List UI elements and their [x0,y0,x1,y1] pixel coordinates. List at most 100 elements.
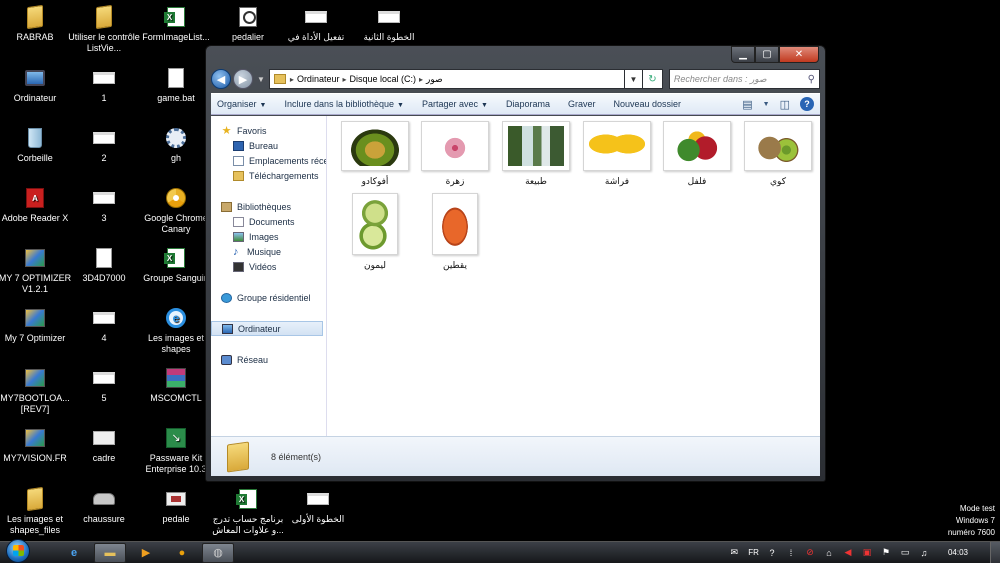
desktop-icon-passware[interactable]: ↘ Passware Kit Enterprise 10.3 [138,427,214,475]
file-item-lime[interactable]: ليمون [341,193,409,271]
nav-computer[interactable]: Ordinateur [211,321,323,336]
security-icon[interactable]: ⊘ [804,547,816,559]
desktop-icon-images-shapes[interactable]: e Les images et shapes [138,307,214,355]
new-folder-button[interactable]: Nouveau dossier [613,99,681,109]
taskbar-media-player[interactable]: ▶ [130,543,162,563]
back-button[interactable]: ◀ [211,69,231,89]
taskbar-app[interactable]: ◍ [202,542,234,563]
desktop-icon-corbeille[interactable]: Corbeille [0,127,73,164]
input-icon[interactable]: ⁞ [785,547,797,559]
nav-network[interactable]: Réseau [211,352,326,367]
search-icon[interactable]: ⚲ [808,74,815,85]
clock[interactable]: 04:03 [948,548,968,557]
address-bar[interactable]: ▸ Ordinateur ▸ Disque local (C:) ▸ صور [268,69,625,89]
forward-button[interactable]: ▶ [233,69,253,89]
desktop-icon-chaussure[interactable]: chaussure [66,488,142,525]
desktop-icon-pedale[interactable]: pedale [138,488,214,525]
desktop-icon-cadre[interactable]: cadre [66,427,142,464]
show-desktop-button[interactable] [990,541,1000,563]
file-item-butterfly[interactable]: فراشة [583,121,651,187]
desktop-icon-3d4d7000[interactable]: 3D4D7000 [66,247,142,284]
nav-libraries[interactable]: Bibliothèques [211,199,326,214]
display-icon[interactable]: ▭ [899,547,911,559]
app-icon [25,369,45,387]
desktop-icon-images-shapes-files[interactable]: Les images et shapes_files [0,486,73,536]
desktop-icon-adobe-reader[interactable]: A Adobe Reader X [0,187,73,224]
speaker-muted-icon[interactable]: ◀ [842,547,854,559]
desktop-icon-step-one[interactable]: الخطوة الأولى [280,488,356,525]
network-tray-icon[interactable]: ⌂ [823,547,835,559]
file-item-kiwi[interactable]: كوي [744,121,812,187]
nav-bureau[interactable]: Bureau [211,138,326,153]
navigation-pane[interactable]: ★ Favoris Bureau Emplacements récen Téléc… [211,116,327,436]
file-list[interactable]: أفوكادو زهرة طبيعة فراشة فلفل كوي ليمون … [327,116,820,436]
nav-documents[interactable]: Documents [211,214,326,229]
desktop-icon-pedalier[interactable]: pedalier [210,6,286,43]
recent-pages-dropdown[interactable]: ▼ [257,75,265,84]
file-item-avocado[interactable]: أفوكادو [341,121,409,187]
breadcrumb-disque-local[interactable]: Disque local (C:) [349,74,416,84]
desktop-icon-2[interactable]: 2 [66,127,142,164]
desktop-icon-chrome-canary[interactable]: Google Chrome Canary [138,187,214,235]
pdf-tray-icon[interactable]: ▣ [861,547,873,559]
explorer-window[interactable]: ▁ ▢ ✕ ◀ ▶ ▼ ▸ Ordinateur ▸ Disque local … [205,45,826,482]
share-with-menu[interactable]: Partager avec ▼ [422,99,488,109]
minimize-button[interactable]: ▁ [731,46,755,63]
nav-recent-places[interactable]: Emplacements récen [211,153,326,168]
start-button[interactable] [6,538,30,563]
nav-homegroup[interactable]: Groupe résidentiel [211,290,326,305]
help-icon[interactable]: ? [766,547,778,559]
desktop-icon-activate-tool[interactable]: تفعيل الأداة في [278,6,354,43]
file-item-pumpkin[interactable]: يقطين [421,193,489,271]
desktop-icon-4[interactable]: 4 [66,307,142,344]
nav-images[interactable]: Images [211,229,326,244]
desktop-icon-1[interactable]: 1 [66,67,142,104]
file-item-nature[interactable]: طبيعة [502,121,570,187]
desktop-icon-my7bootloader[interactable]: MY7BOOTLOA... [REV7] [0,367,73,415]
flag-icon[interactable]: ⚑ [880,547,892,559]
address-history-dropdown[interactable]: ▼ [624,69,643,89]
desktop-icon-game-bat[interactable]: game.bat [138,67,214,104]
volume-icon[interactable]: ♫ [918,547,930,559]
change-view-icon[interactable]: ▤ [742,98,752,111]
slideshow-button[interactable]: Diaporama [506,99,550,109]
desktop-icon-5[interactable]: 5 [66,367,142,404]
desktop-icon-my7-optimizer[interactable]: My 7 Optimizer [0,307,73,344]
preview-pane-icon[interactable]: ◫ [780,98,790,111]
desktop-icon-groupe-sanguin[interactable]: Groupe Sanguin [138,247,214,284]
language-indicator[interactable]: FR [748,548,759,557]
desktop-icon-listview-folder[interactable]: Utiliser le contrôle ListVie... [66,4,142,54]
taskbar-internet-explorer[interactable]: e [58,543,90,563]
desktop-icon-pension-program[interactable]: برنامج حساب تدرج ...و علاوات المعاش [210,488,286,536]
desktop-icon-my7-optimizer-v121[interactable]: MY 7 OPTIMIZER V1.2.1 [0,247,73,295]
desktop-icon-step-two[interactable]: الخطوة الثانية [351,6,427,43]
file-item-peppers[interactable]: فلفل [663,121,731,187]
taskbar-explorer[interactable]: ▬ [94,542,126,563]
desktop-icon-rabrab[interactable]: RABRAB [0,4,73,43]
breadcrumb-current-folder[interactable]: صور [426,74,443,85]
desktop-icon-gh[interactable]: gh [138,127,214,164]
search-input[interactable]: Rechercher dans : صور ⚲ [668,69,820,89]
desktop-icon-3[interactable]: 3 [66,187,142,224]
organize-menu[interactable]: Organiser ▼ [217,99,266,109]
desktop-icon-formimagelist[interactable]: FormImageList... [138,6,214,43]
desktop-icon-ordinateur[interactable]: Ordinateur [0,67,73,104]
help-icon[interactable]: ? [800,97,814,111]
include-in-library-menu[interactable]: Inclure dans la bibliothèque ▼ [284,99,404,109]
taskbar-chrome-canary[interactable]: ● [166,543,198,563]
refresh-button[interactable]: ↻ [642,69,663,89]
breadcrumb-ordinateur[interactable]: Ordinateur [297,74,340,84]
view-options-dropdown[interactable]: ▼ [763,101,770,108]
nav-downloads[interactable]: Téléchargements [211,168,326,183]
nav-music[interactable]: ♪ Musique [211,244,326,259]
action-center-icon[interactable]: ✉ [728,547,740,559]
burn-button[interactable]: Graver [568,99,596,109]
nav-videos[interactable]: Vidéos [211,259,326,274]
file-item-lily[interactable]: زهرة [421,121,489,187]
maximize-button[interactable]: ▢ [755,46,779,63]
nav-favorites[interactable]: ★ Favoris [211,123,326,138]
desktop-icon-mscomctl[interactable]: MSCOMCTL [138,367,214,404]
peppers-image-icon [669,126,725,166]
desktop-icon-my7vision[interactable]: MY7VISION.FR [0,427,73,464]
close-button[interactable]: ✕ [779,46,819,63]
